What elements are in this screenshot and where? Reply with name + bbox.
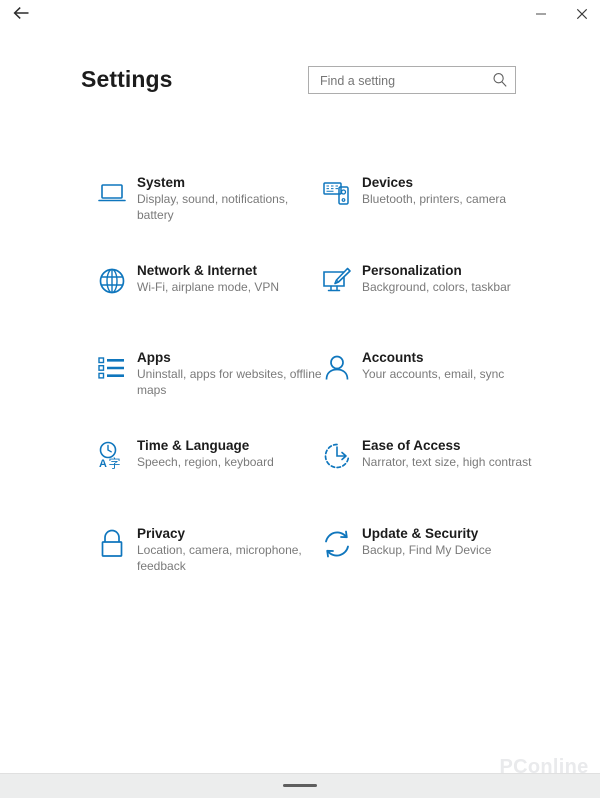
setting-item-subtitle: Uninstall, apps for websites, offline ma… xyxy=(137,367,322,397)
setting-item-text: Network & Internet Wi-Fi, airplane mode,… xyxy=(137,262,325,296)
setting-item-subtitle: Display, sound, notifications, battery xyxy=(137,192,289,222)
setting-item-title: Ease of Access xyxy=(362,438,461,453)
laptop-icon xyxy=(95,176,129,210)
setting-item-subtitle: Location, camera, microphone, feedback xyxy=(137,543,302,573)
setting-item-subtitle: Backup, Find My Device xyxy=(362,543,492,557)
setting-item-text: Devices Bluetooth, printers, camera xyxy=(362,174,550,208)
setting-item-text: Accounts Your accounts, email, sync xyxy=(362,349,550,383)
setting-item-title: System xyxy=(137,175,186,190)
setting-item-title: Personalization xyxy=(362,263,462,278)
globe-icon xyxy=(95,264,129,298)
setting-item-subtitle: Background, colors, taskbar xyxy=(362,280,511,294)
clock-language-icon: A 字 xyxy=(95,439,129,473)
setting-item-text: Privacy Location, camera, microphone, fe… xyxy=(137,525,325,574)
setting-item-title: Apps xyxy=(137,350,171,365)
setting-item-title: Devices xyxy=(362,175,414,190)
setting-item-text: Ease of Access Narrator, text size, high… xyxy=(362,437,550,471)
setting-item-subtitle: Wi-Fi, airplane mode, VPN xyxy=(137,280,280,294)
setting-item-text: Apps Uninstall, apps for websites, offli… xyxy=(137,349,325,398)
setting-item-title: Accounts xyxy=(362,350,424,365)
setting-item-text: Personalization Background, colors, task… xyxy=(362,262,550,296)
monitor-brush-icon xyxy=(320,264,354,298)
lock-icon xyxy=(95,527,129,561)
list-icon xyxy=(95,351,129,385)
setting-item-title: Update & Security xyxy=(362,526,479,541)
setting-item-text: Update & Security Backup, Find My Device xyxy=(362,525,550,559)
person-icon xyxy=(320,351,354,385)
svg-text:字: 字 xyxy=(109,456,121,471)
setting-item-title: Time & Language xyxy=(137,438,250,453)
setting-item-subtitle: Bluetooth, printers, camera xyxy=(362,192,507,206)
setting-item-text: System Display, sound, notifications, ba… xyxy=(137,174,325,223)
setting-item-text: Time & Language Speech, region, keyboard xyxy=(137,437,325,471)
setting-item-subtitle: Narrator, text size, high contrast xyxy=(362,455,532,469)
devices-icon xyxy=(320,176,354,210)
setting-item-title: Privacy xyxy=(137,526,186,541)
setting-item-subtitle: Your accounts, email, sync xyxy=(362,367,505,381)
sync-arrows-icon xyxy=(320,527,354,561)
settings-grid: System Display, sound, notifications, ba… xyxy=(0,0,600,798)
setting-item-title: Network & Internet xyxy=(137,263,258,278)
bottom-nav-bar xyxy=(0,773,600,798)
clock-arrow-icon xyxy=(320,439,354,473)
setting-item-subtitle: Speech, region, keyboard xyxy=(137,455,274,469)
svg-text:A: A xyxy=(99,458,107,470)
home-indicator[interactable] xyxy=(283,784,317,787)
